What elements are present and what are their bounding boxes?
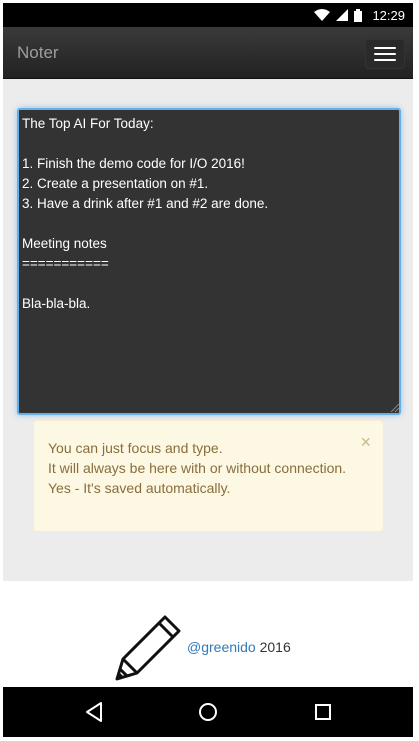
app-bar: Noter xyxy=(3,27,413,79)
hamburger-menu-icon xyxy=(374,47,396,49)
alert-line: Yes - It's saved automatically. xyxy=(48,480,231,496)
pencil-icon xyxy=(115,615,181,681)
wifi-icon xyxy=(314,9,331,21)
alert-line: You can just focus and type. xyxy=(48,440,223,456)
alert-line: It will always be here with or without c… xyxy=(48,460,347,476)
note-editor[interactable]: The Top AI For Today: 1. Finish the demo… xyxy=(17,108,401,415)
back-icon[interactable] xyxy=(83,700,107,724)
app-title: Noter xyxy=(17,43,59,62)
hamburger-menu-icon-bar xyxy=(374,59,396,61)
hamburger-menu-icon-bar xyxy=(374,53,396,55)
signal-icon xyxy=(336,9,349,21)
recents-icon[interactable] xyxy=(311,700,335,724)
android-nav-bar xyxy=(3,687,413,737)
battery-icon xyxy=(354,8,363,22)
footer-year: 2016 xyxy=(259,639,291,655)
info-alert: × You can just focus and type. It will a… xyxy=(33,420,384,532)
resize-grip-icon[interactable] xyxy=(389,402,399,412)
status-time: 12:29 xyxy=(372,7,405,23)
footer: @greenido 2016 xyxy=(3,581,413,691)
hamburger-menu-button[interactable] xyxy=(365,39,405,69)
author-link[interactable]: @greenido xyxy=(187,639,256,655)
close-icon[interactable]: × xyxy=(360,433,371,451)
phone-screen: 12:29 Noter The Top AI For Today: 1. Fin… xyxy=(3,3,413,737)
status-bar: 12:29 xyxy=(3,3,413,27)
footer-credit: @greenido 2016 xyxy=(187,639,291,655)
home-icon[interactable] xyxy=(196,700,220,724)
